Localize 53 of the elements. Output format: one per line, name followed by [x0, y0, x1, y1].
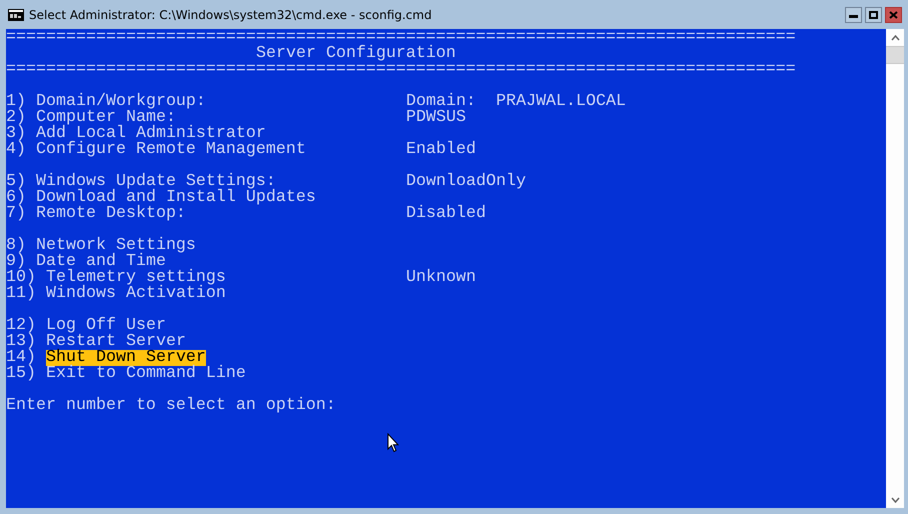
menu-option: Download and Install Updates: [36, 190, 316, 206]
chevron-up-icon: [890, 34, 900, 40]
console-icon: [8, 8, 24, 20]
option-number: 15): [6, 366, 36, 382]
scroll-thumb[interactable]: [886, 46, 904, 64]
close-button[interactable]: [885, 6, 902, 22]
menu-option: Exit to Command Line: [46, 366, 246, 382]
menu-option: Windows Activation: [46, 286, 226, 302]
option-number: 12): [6, 318, 36, 334]
console-heading: Server Configuration: [256, 46, 456, 62]
input-prompt: Enter number to select an option:: [6, 398, 336, 414]
option-number: 6): [6, 190, 26, 206]
setting-value: Disabled: [406, 206, 486, 222]
menu-option: Network Settings: [36, 238, 196, 254]
separator-rule: ===============================================================================: [6, 30, 796, 46]
option-number: 10): [6, 270, 36, 286]
option-number: 7): [6, 206, 26, 222]
scrollbar[interactable]: [886, 29, 904, 508]
option-number: 5): [6, 174, 26, 190]
cursor-icon: [387, 433, 399, 453]
minimize-button[interactable]: [845, 6, 862, 22]
setting-value: PDWSUS: [406, 110, 466, 126]
menu-option: Date and Time: [36, 254, 166, 270]
menu-option: Log Off User: [46, 318, 166, 334]
menu-option: Domain/Workgroup:: [36, 94, 206, 110]
maximize-icon: [869, 10, 878, 18]
menu-option: Telemetry settings: [46, 270, 226, 286]
menu-option: Shut Down Server: [46, 350, 206, 366]
close-icon: [889, 10, 898, 18]
menu-option: Windows Update Settings:: [36, 174, 276, 190]
option-number: 4): [6, 142, 26, 158]
menu-option: Remote Desktop:: [36, 206, 186, 222]
option-number: 1): [6, 94, 26, 110]
window-title: Select Administrator: C:\Windows\system32\cmd.exe - sconfig.cmd: [29, 8, 433, 22]
menu-option: Restart Server: [46, 334, 186, 350]
option-number: 9): [6, 254, 26, 270]
option-number: 8): [6, 238, 26, 254]
setting-value: Enabled: [406, 142, 476, 158]
setting-value: Unknown: [406, 270, 476, 286]
option-number: 14): [6, 350, 36, 366]
option-number: 2): [6, 110, 26, 126]
setting-value: DownloadOnly: [406, 174, 526, 190]
console-area[interactable]: [6, 29, 886, 508]
option-number: 13): [6, 334, 36, 350]
menu-option: Computer Name:: [36, 110, 176, 126]
chevron-down-icon: [890, 496, 900, 502]
option-number: 3): [6, 126, 26, 142]
separator-rule: ===============================================================================: [6, 62, 796, 78]
setting-value: Domain: PRAJWAL.LOCAL: [406, 94, 626, 110]
option-number: 11): [6, 286, 36, 302]
menu-option: Add Local Administrator: [36, 126, 266, 142]
maximize-button[interactable]: [865, 6, 882, 22]
menu-option: Configure Remote Management: [36, 142, 306, 158]
